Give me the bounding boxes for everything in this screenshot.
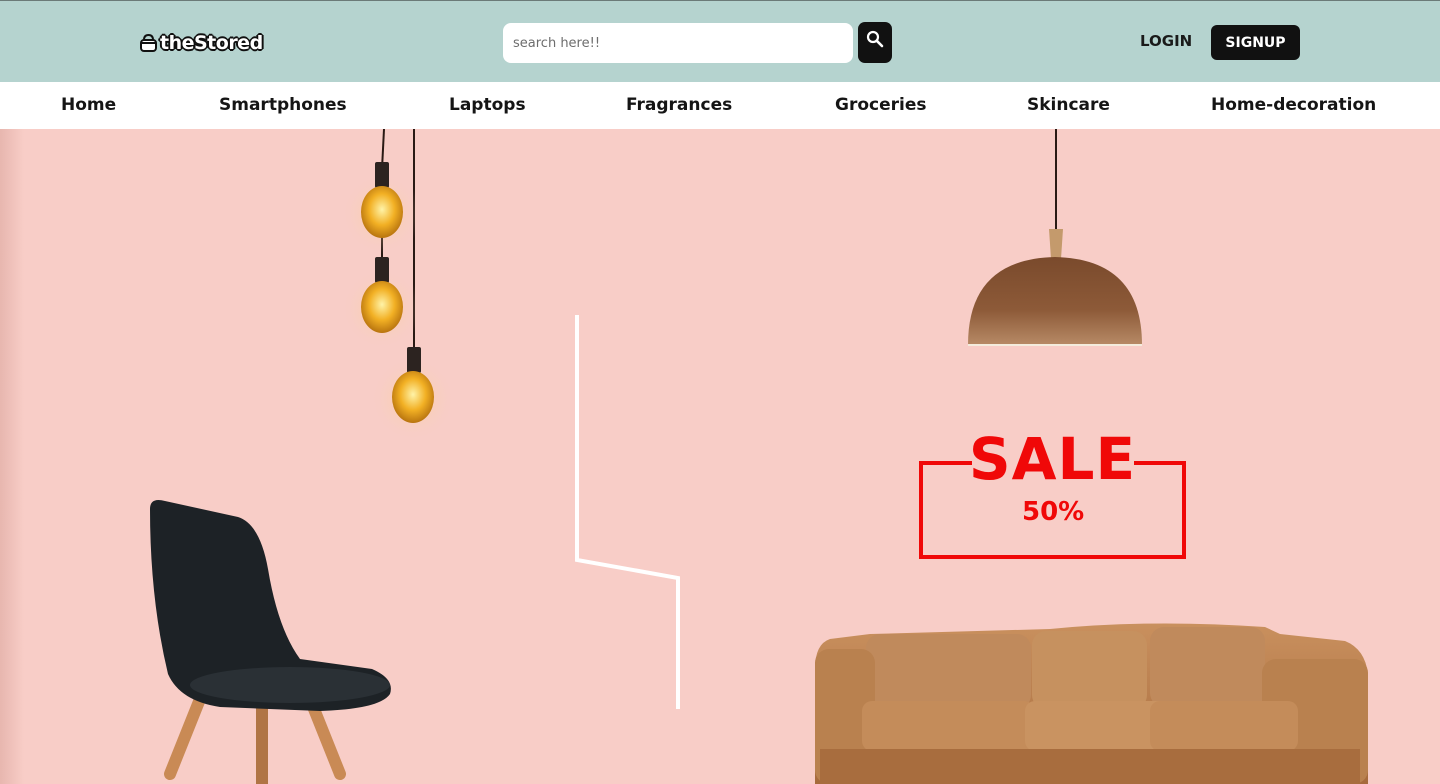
pendant-lamp-image <box>968 129 1142 346</box>
signup-button[interactable]: SIGNUP <box>1211 25 1300 60</box>
brand-logo[interactable]: theStored <box>140 31 263 55</box>
nav-item-laptops[interactable]: Laptops <box>449 95 526 115</box>
chair-image <box>150 500 391 784</box>
login-link[interactable]: LOGIN <box>1140 32 1192 50</box>
nav-item-groceries[interactable]: Groceries <box>835 95 926 115</box>
search-input[interactable] <box>503 23 853 63</box>
nav-item-home[interactable]: Home <box>61 95 116 115</box>
sale-title: SALE <box>968 425 1137 493</box>
nav-item-skincare[interactable]: Skincare <box>1027 95 1110 115</box>
brand-name: theStored <box>160 32 263 54</box>
hero-banner[interactable]: SALE 50% <box>0 129 1440 784</box>
hero-artwork <box>150 129 1368 784</box>
category-nav: Home Smartphones Laptops Fragrances Groc… <box>0 82 1440 129</box>
decorative-line <box>575 315 680 709</box>
hanging-bulbs-image <box>342 129 455 441</box>
sale-discount: 50% <box>1022 497 1085 527</box>
top-header: theStored LOGIN SIGNUP <box>0 0 1440 82</box>
sofa-image <box>815 623 1368 784</box>
shopping-bag-icon <box>140 33 157 52</box>
nav-item-smartphones[interactable]: Smartphones <box>219 95 347 115</box>
search-icon <box>866 30 884 51</box>
nav-item-fragrances[interactable]: Fragrances <box>626 95 732 115</box>
search-button[interactable] <box>858 22 892 63</box>
nav-item-home-decoration[interactable]: Home-decoration <box>1211 95 1376 115</box>
